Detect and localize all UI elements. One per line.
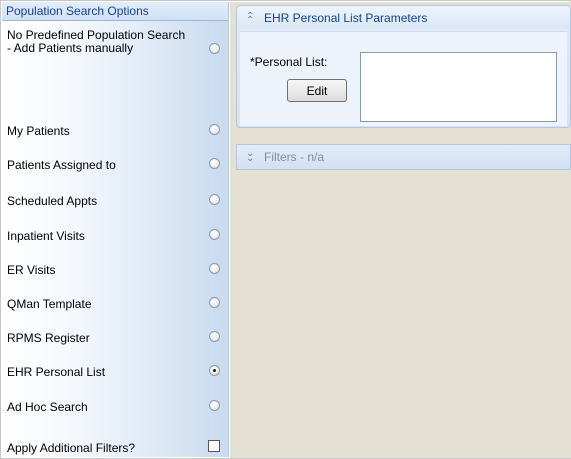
option-qman-template[interactable]: QMan Template [2, 295, 228, 313]
radio-er-visits[interactable] [209, 263, 220, 274]
parameters-header[interactable]: ⌃ ⌃ EHR Personal List Parameters [237, 6, 570, 28]
ehr-personal-list-parameters-panel: ⌃ ⌃ EHR Personal List Parameters *Person… [236, 5, 571, 128]
apply-filters-label: Apply Additional Filters? [7, 441, 136, 455]
edit-button[interactable]: Edit [287, 79, 347, 102]
radio-ehr-personal-list[interactable] [209, 365, 220, 376]
option-rpms-register[interactable]: RPMS Register [2, 329, 228, 347]
personal-list-field[interactable] [360, 52, 557, 122]
radio-rpms-register[interactable] [209, 331, 220, 342]
population-search-options-panel: Population Search Options No Predefined … [2, 2, 229, 457]
panel-title: Population Search Options [6, 4, 149, 18]
option-label: RPMS Register [7, 331, 90, 345]
option-scheduled-appts[interactable]: Scheduled Appts [2, 192, 228, 210]
radio-scheduled-appts[interactable] [209, 194, 220, 205]
option-label: Ad Hoc Search [7, 400, 88, 414]
workspace: ⌃ ⌃ EHR Personal List Parameters *Person… [230, 2, 571, 458]
option-label: ER Visits [7, 263, 56, 277]
apply-additional-filters[interactable]: Apply Additional Filters? [2, 439, 228, 457]
option-label: Scheduled Appts [7, 194, 98, 208]
option-ehr-personal-list[interactable]: EHR Personal List [2, 363, 228, 381]
radio-patients-assigned[interactable] [209, 158, 220, 169]
option-label: Inpatient Visits [7, 229, 85, 243]
filters-title: Filters - n/a [264, 150, 325, 164]
option-label: QMan Template [7, 297, 92, 311]
radio-inpatient-visits[interactable] [209, 229, 220, 240]
radio-qman-template[interactable] [209, 297, 220, 308]
option-label: My Patients [7, 124, 70, 138]
option-label: EHR Personal List [7, 365, 106, 379]
option-inpatient-visits[interactable]: Inpatient Visits [2, 227, 228, 245]
parameters-title: EHR Personal List Parameters [264, 11, 428, 25]
filters-panel[interactable]: ⌄ ⌄ Filters - n/a [236, 144, 571, 170]
option-patients-assigned[interactable]: Patients Assigned to [2, 156, 228, 174]
personal-list-label: *Personal List: [250, 55, 328, 69]
population-search-window: Population Search Options No Predefined … [0, 0, 571, 459]
option-label: Patients Assigned to [7, 158, 116, 172]
population-search-options-header: Population Search Options [2, 2, 228, 21]
option-my-patients[interactable]: My Patients [2, 122, 228, 140]
chevron-double-up-icon-lower: ⌃ [246, 15, 255, 26]
option-ad-hoc-search[interactable]: Ad Hoc Search [2, 398, 228, 416]
option-er-visits[interactable]: ER Visits [2, 261, 228, 279]
radio-ad-hoc-search[interactable] [209, 400, 220, 411]
option-label: No Predefined Population Search - Add Pa… [7, 28, 186, 55]
radio-no-predefined[interactable] [209, 43, 220, 54]
option-no-predefined[interactable]: No Predefined Population Search - Add Pa… [2, 29, 228, 71]
parameters-body: *Personal List: Edit [240, 31, 567, 126]
apply-filters-checkbox[interactable] [208, 440, 220, 452]
radio-my-patients[interactable] [209, 124, 220, 135]
chevron-double-down-icon-lower: ⌄ [246, 153, 255, 164]
